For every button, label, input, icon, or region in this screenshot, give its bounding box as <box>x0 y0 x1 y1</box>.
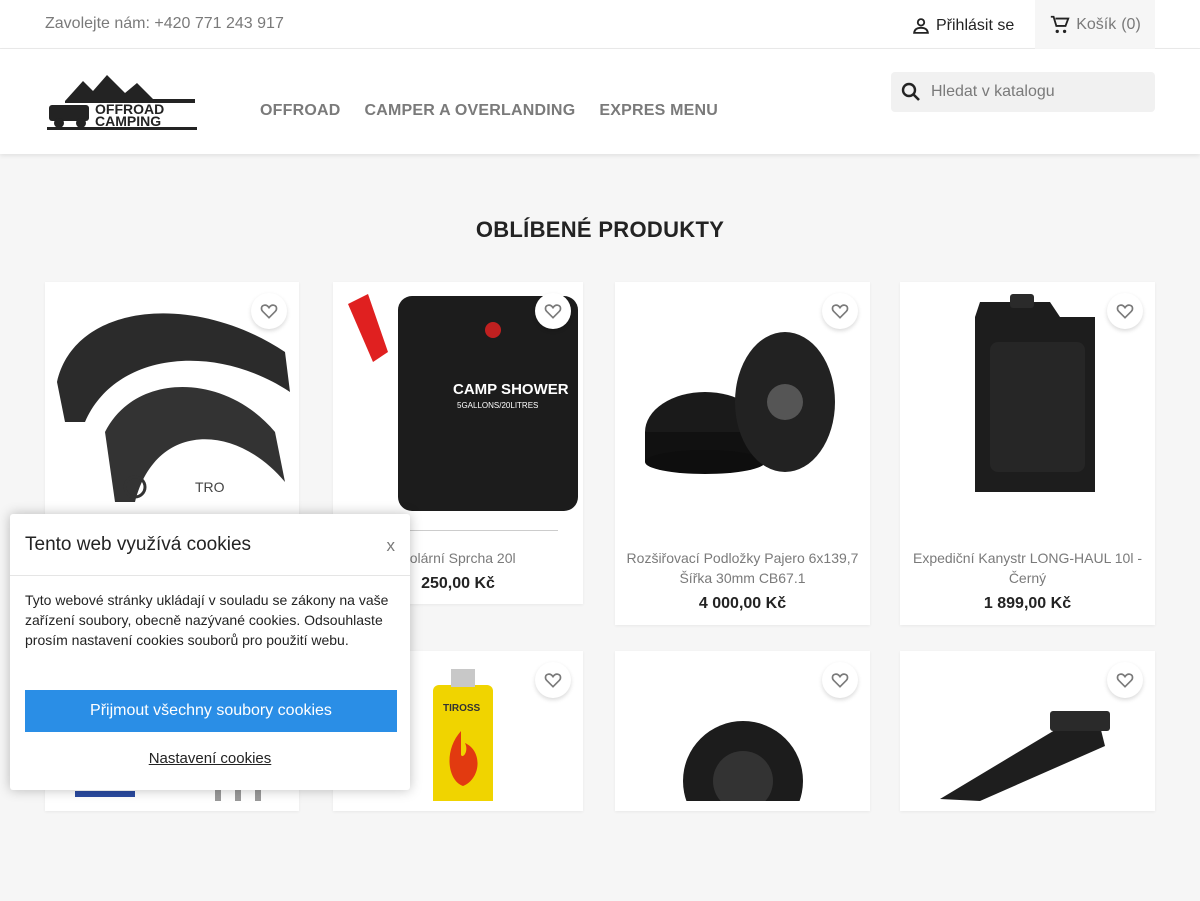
cart-icon <box>1051 15 1070 33</box>
cart-label: Košík <box>1076 15 1117 33</box>
cookie-settings-link[interactable]: Nastavení cookies <box>10 750 410 767</box>
search-input[interactable] <box>931 83 1151 101</box>
heart-icon <box>544 673 562 688</box>
login-link[interactable]: Přihlásit se <box>910 15 1014 37</box>
heart-icon <box>544 304 562 319</box>
menu-item-expres[interactable]: EXPRES MENU <box>599 102 718 120</box>
cart-count: (0) <box>1121 15 1141 33</box>
product-card[interactable] <box>615 651 870 841</box>
product-card[interactable]: Expediční Kanystr LONG-HAUL 10l - Černý … <box>900 282 1155 625</box>
wishlist-button[interactable] <box>251 293 287 329</box>
product-name[interactable]: Rozšiřovací Podložky Pajero 6x139,7 Šířk… <box>615 548 870 588</box>
heart-icon <box>1116 673 1134 688</box>
cookie-text: Tyto webové stránky ukládají v souladu s… <box>25 592 389 648</box>
cookie-title: Tento web využívá cookies <box>25 534 252 555</box>
wishlist-button[interactable] <box>822 293 858 329</box>
main-menu: OFFROAD CAMPER A OVERLANDING EXPRES MENU <box>260 102 718 120</box>
search-box <box>891 72 1155 112</box>
wishlist-button[interactable] <box>535 662 571 698</box>
user-icon <box>913 18 929 34</box>
product-price: 4 000,00 Kč <box>698 595 787 612</box>
heart-icon <box>831 304 849 319</box>
wishlist-button[interactable] <box>1107 293 1143 329</box>
top-bar: Zavolejte nám: +420 771 243 917 Přihlási… <box>0 0 1200 49</box>
wishlist-button[interactable] <box>535 293 571 329</box>
svg-text:TRO: TRO <box>195 479 225 495</box>
search-icon[interactable] <box>899 80 923 104</box>
cart-button[interactable]: Košík (0) <box>1035 0 1155 49</box>
wishlist-button[interactable] <box>1107 662 1143 698</box>
heart-icon <box>1116 304 1134 319</box>
site-logo[interactable]: OFFROAD CAMPING <box>45 71 203 133</box>
heart-icon <box>831 673 849 688</box>
cookie-close-button[interactable]: x <box>387 536 396 556</box>
product-card[interactable] <box>900 651 1155 811</box>
product-price: 1 899,00 Kč <box>983 595 1072 612</box>
svg-text:CAMP SHOWER: CAMP SHOWER <box>453 381 569 398</box>
logo-text-2: CAMPING <box>95 113 161 129</box>
menu-item-offroad[interactable]: OFFROAD <box>260 102 341 120</box>
heart-icon <box>260 304 278 319</box>
cookie-divider <box>10 575 410 576</box>
svg-text:5GALLONS/20LITRES: 5GALLONS/20LITRES <box>457 401 538 410</box>
menu-item-camper[interactable]: CAMPER A OVERLANDING <box>365 102 576 120</box>
section-title: OBLÍBENÉ PRODUKTY <box>475 217 725 242</box>
accept-cookies-button[interactable]: Přijmout všechny soubory cookies <box>25 690 397 732</box>
product-card[interactable]: Rozšiřovací Podložky Pajero 6x139,7 Šířk… <box>615 282 870 625</box>
wishlist-button[interactable] <box>822 662 858 698</box>
login-label: Přihlásit se <box>936 17 1015 34</box>
contact-phone: Zavolejte nám: +420 771 243 917 <box>45 15 284 32</box>
product-image-text: TIROSS <box>443 703 481 714</box>
product-name[interactable]: Expediční Kanystr LONG-HAUL 10l - Černý <box>900 548 1155 588</box>
cookie-banner: Tento web využívá cookies x Tyto webové … <box>10 514 410 790</box>
